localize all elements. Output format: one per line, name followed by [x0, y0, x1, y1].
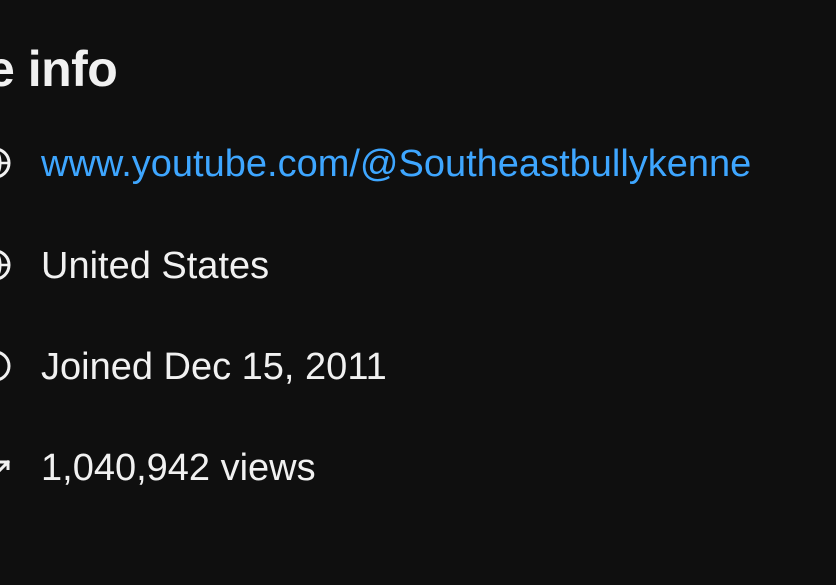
info-row-joined: Joined Dec 15, 2011: [0, 337, 836, 397]
trending-up-icon: [0, 450, 12, 484]
info-circle-icon: [0, 349, 12, 383]
globe-icon: [0, 146, 12, 180]
joined-date-text: Joined Dec 15, 2011: [41, 346, 387, 388]
info-row-channel-link: www.youtube.com/@Southeastbullykenne: [0, 134, 836, 194]
view-count-text: 1,040,942 views: [41, 447, 316, 489]
channel-url-link[interactable]: www.youtube.com/@Southeastbullykenne: [41, 142, 751, 186]
info-row-views: 1,040,942 views: [0, 438, 836, 498]
more-info-panel: ore info www.youtube.com/@Southeastbully…: [0, 0, 836, 585]
info-row-location: United States: [0, 236, 836, 296]
location-text: United States: [41, 245, 270, 287]
section-title: ore info: [0, 41, 118, 97]
globe-icon: [0, 248, 12, 282]
